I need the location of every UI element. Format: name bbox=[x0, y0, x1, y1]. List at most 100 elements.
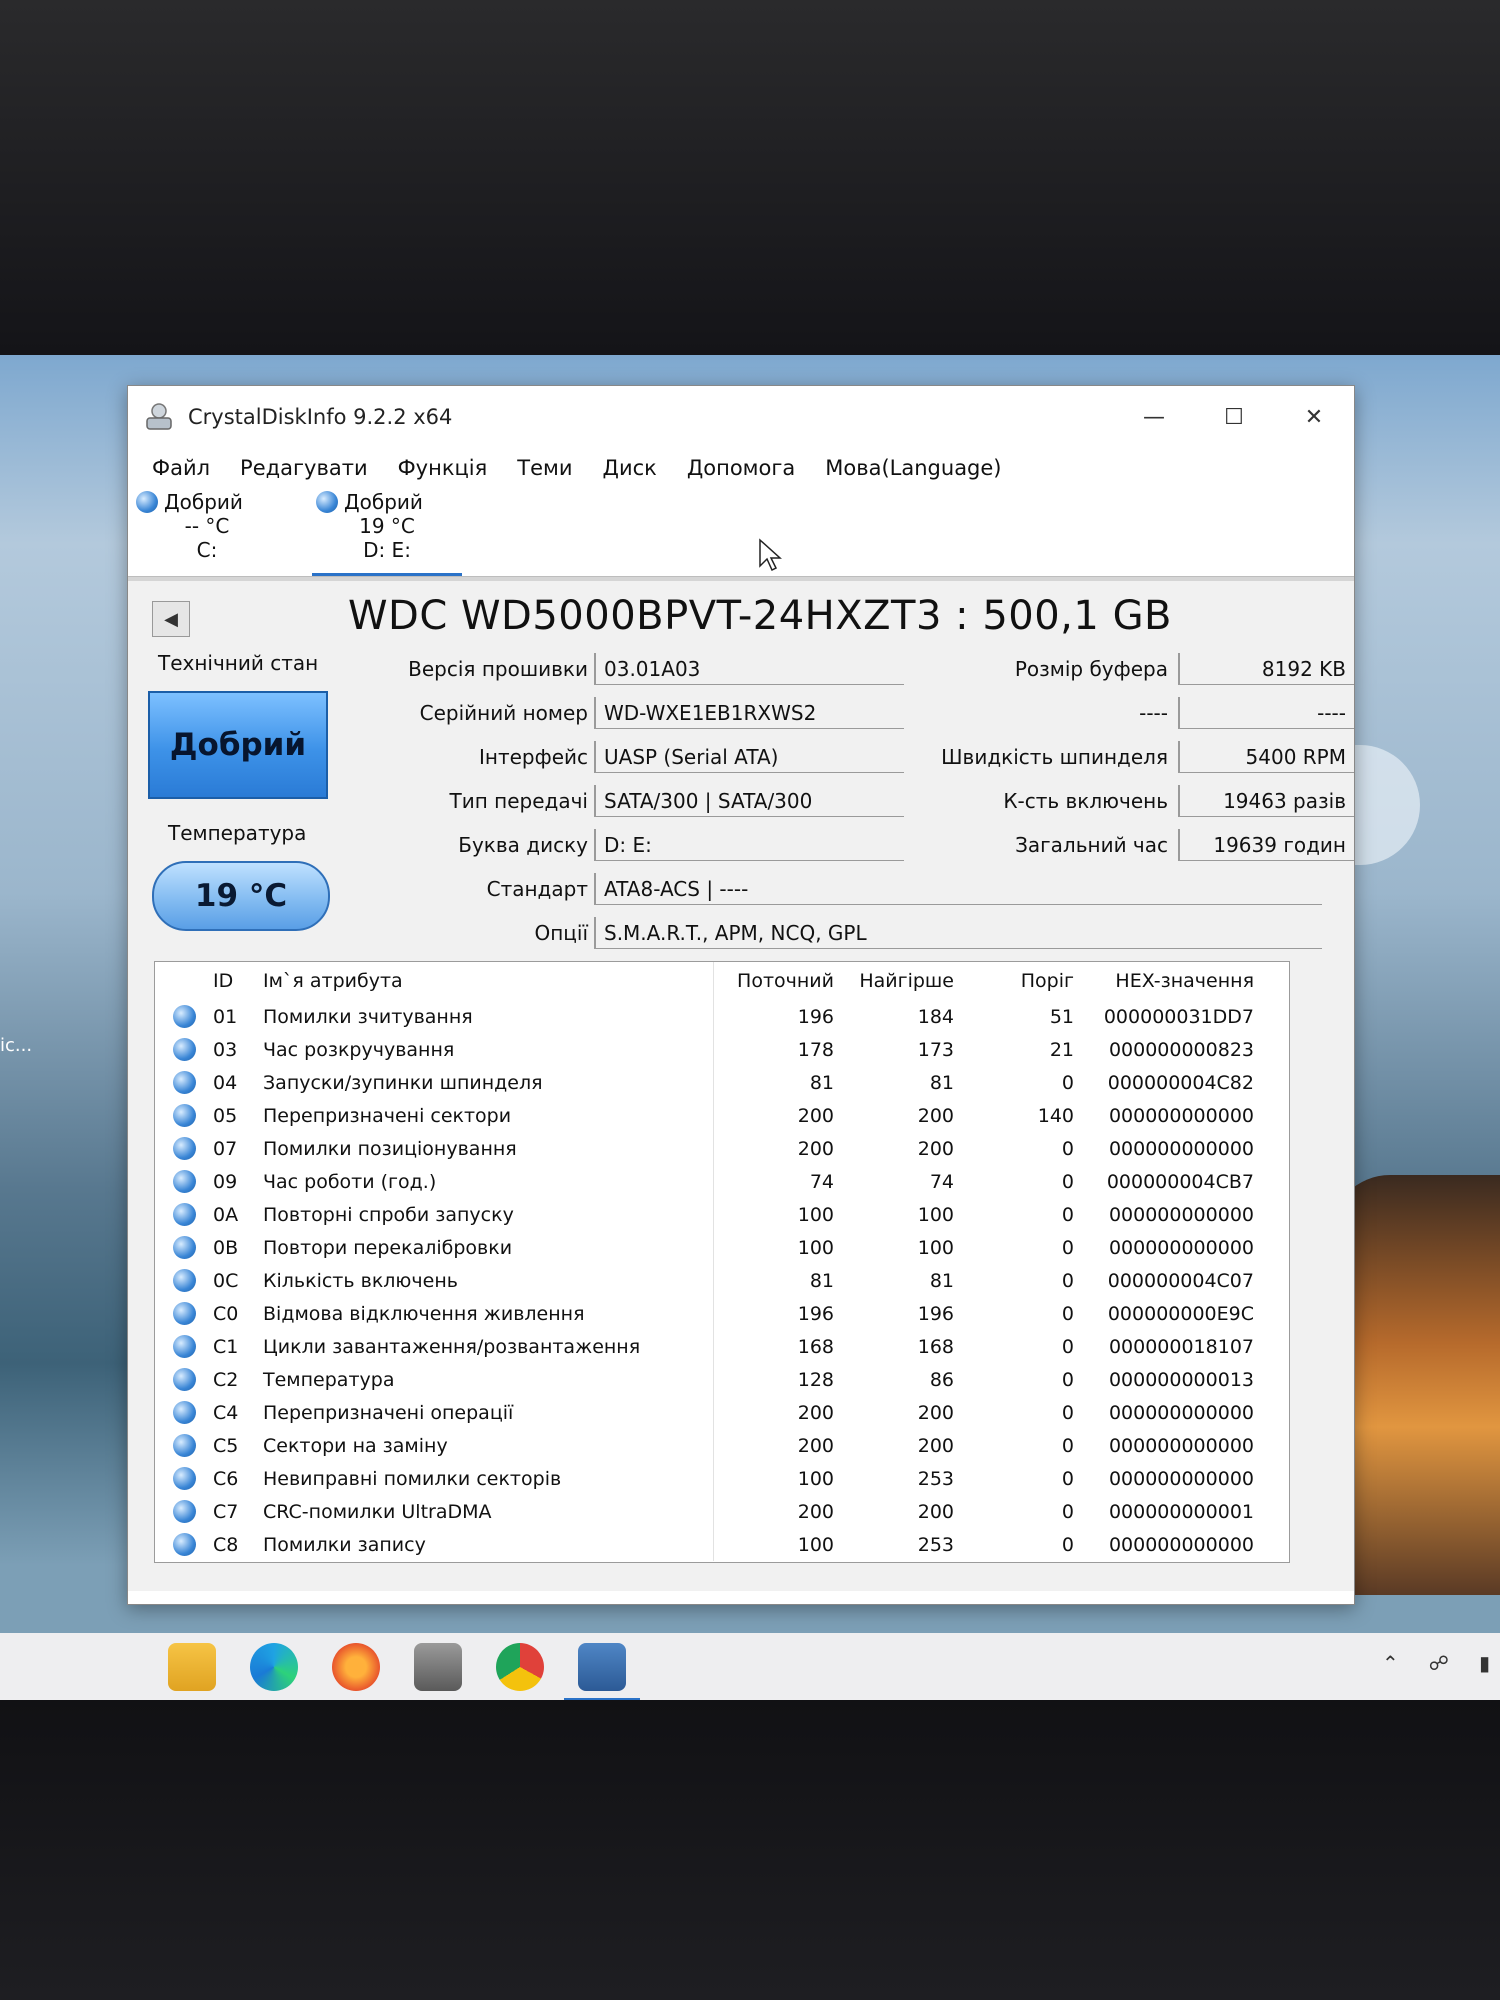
attribute-hex: 000000000823 bbox=[1108, 1038, 1254, 1061]
attribute-id: 05 bbox=[213, 1104, 238, 1127]
menu-themes[interactable]: Теми bbox=[505, 452, 584, 484]
table-row[interactable]: 0C Кількість включень 81 81 0 000000004C07 bbox=[155, 1264, 1289, 1297]
menu-disk[interactable]: Диск bbox=[591, 452, 669, 484]
desktop-icon-label[interactable]: ic... bbox=[0, 1035, 32, 1056]
attribute-threshold: 0 bbox=[1061, 1533, 1074, 1556]
attribute-threshold: 0 bbox=[1061, 1236, 1074, 1259]
menu-language[interactable]: Мова(Language) bbox=[813, 452, 1013, 484]
table-row[interactable]: C1 Цикли завантаження/розвантаження 168 168… bbox=[155, 1330, 1289, 1363]
drive-tab-de[interactable]: Добрий 19 °C D: E: bbox=[312, 488, 462, 576]
power-on-hours-value: 19639 годин bbox=[1178, 829, 1354, 861]
status-dot-icon bbox=[155, 1170, 213, 1193]
drive-status: Добрий bbox=[164, 490, 243, 514]
table-body: 01 Помилки зчитування 196 184 51 000000031DD7… bbox=[155, 1000, 1289, 1561]
attribute-name: Запуски/зупинки шпинделя bbox=[263, 1066, 714, 1099]
title-bar[interactable]: CrystalDiskInfo 9.2.2 x64 — ☐ ✕ bbox=[128, 386, 1354, 448]
previous-disk-button[interactable]: ◀ bbox=[152, 601, 190, 637]
drive-temp: -- °C bbox=[184, 514, 230, 538]
menu-file[interactable]: Файл bbox=[140, 452, 222, 484]
attribute-id: 07 bbox=[213, 1137, 238, 1160]
crystaldiskinfo-taskbar-icon[interactable] bbox=[564, 1643, 640, 1701]
system-tray: ⌃ ☍ ▮ bbox=[1382, 1651, 1490, 1675]
status-dot-icon bbox=[155, 1368, 213, 1391]
attribute-hex: 000000000000 bbox=[1108, 1236, 1254, 1259]
menu-edit[interactable]: Редагувати bbox=[228, 452, 380, 484]
column-header-worst[interactable]: Найгірше bbox=[834, 970, 954, 992]
table-row[interactable]: 04 Запуски/зупинки шпинделя 81 81 0 000000004… bbox=[155, 1066, 1289, 1099]
drive-status: Добрий bbox=[344, 490, 423, 514]
edge-icon[interactable] bbox=[250, 1643, 298, 1691]
table-row[interactable]: C7 CRC-помилки UltraDMA 200 200 0 00000000000… bbox=[155, 1495, 1289, 1528]
attribute-name: Час розкручування bbox=[263, 1033, 714, 1066]
attribute-name: Помилки зчитування bbox=[263, 1000, 714, 1033]
column-header-current[interactable]: Поточний bbox=[714, 970, 834, 992]
attribute-worst: 173 bbox=[917, 1038, 954, 1061]
attribute-worst: 100 bbox=[917, 1203, 954, 1226]
maximize-button[interactable]: ☐ bbox=[1194, 386, 1274, 448]
column-header-name[interactable]: Ім`я атрибута bbox=[263, 962, 714, 1000]
rotation-rate-label: Швидкість шпинделя bbox=[941, 745, 1168, 769]
column-header-id[interactable]: ID bbox=[213, 970, 263, 992]
attribute-current: 200 bbox=[797, 1401, 834, 1424]
attribute-threshold: 0 bbox=[1061, 1137, 1074, 1160]
status-dot-icon bbox=[155, 1401, 213, 1424]
attribute-worst: 253 bbox=[917, 1467, 954, 1490]
table-row[interactable]: C2 Температура 128 86 0 000000000013 bbox=[155, 1363, 1289, 1396]
table-row[interactable]: C5 Сектори на заміну 200 200 0 000000000000 bbox=[155, 1429, 1289, 1462]
chevron-up-icon[interactable]: ⌃ bbox=[1382, 1651, 1399, 1675]
attribute-current: 200 bbox=[797, 1104, 834, 1127]
attribute-current: 200 bbox=[797, 1434, 834, 1457]
interface-value: UASP (Serial ATA) bbox=[594, 741, 904, 773]
table-row[interactable]: 01 Помилки зчитування 196 184 51 000000031DD7 bbox=[155, 1000, 1289, 1033]
network-icon[interactable]: ☍ bbox=[1429, 1651, 1449, 1675]
table-row[interactable]: 03 Час розкручування 178 173 21 000000000823 bbox=[155, 1033, 1289, 1066]
battery-icon[interactable]: ▮ bbox=[1479, 1651, 1490, 1675]
temperature-label: Температура bbox=[168, 821, 307, 845]
menu-help[interactable]: Допомога bbox=[675, 452, 807, 484]
chrome-icon[interactable] bbox=[496, 1643, 544, 1691]
attribute-id: C6 bbox=[213, 1467, 239, 1490]
attribute-threshold: 0 bbox=[1061, 1467, 1074, 1490]
table-row[interactable]: 07 Помилки позиціонування 200 200 0 000000000… bbox=[155, 1132, 1289, 1165]
firefox-icon[interactable] bbox=[332, 1643, 380, 1691]
attribute-threshold: 0 bbox=[1061, 1500, 1074, 1523]
standard-label: Стандарт bbox=[486, 877, 588, 901]
drive-tab-c[interactable]: Добрий -- °C C: bbox=[132, 488, 282, 576]
attribute-id: C2 bbox=[213, 1368, 239, 1391]
attribute-threshold: 0 bbox=[1061, 1335, 1074, 1358]
attribute-current: 168 bbox=[797, 1335, 834, 1358]
attribute-id: C7 bbox=[213, 1500, 239, 1523]
attribute-id: 04 bbox=[213, 1071, 238, 1094]
attribute-current: 74 bbox=[809, 1170, 834, 1193]
attribute-hex: 000000000000 bbox=[1108, 1533, 1254, 1556]
minimize-button[interactable]: — bbox=[1114, 386, 1194, 448]
attribute-hex: 000000004CB7 bbox=[1106, 1170, 1254, 1193]
attribute-name: Перепризначені операції bbox=[263, 1396, 714, 1429]
table-row[interactable]: 09 Час роботи (год.) 74 74 0 000000004CB7 bbox=[155, 1165, 1289, 1198]
menu-function[interactable]: Функція bbox=[386, 452, 500, 484]
attribute-threshold: 0 bbox=[1061, 1071, 1074, 1094]
interface-label: Інтерфейс bbox=[478, 745, 588, 769]
attribute-current: 100 bbox=[797, 1467, 834, 1490]
table-row[interactable]: C0 Відмова відключення живлення 196 196 0 000… bbox=[155, 1297, 1289, 1330]
monitor-bezel-bottom bbox=[0, 1700, 1500, 2000]
monitor-bezel-top bbox=[0, 0, 1500, 355]
table-row[interactable]: 0A Повторні спроби запуску 100 100 0 00000000… bbox=[155, 1198, 1289, 1231]
table-row[interactable]: C8 Помилки запису 100 253 0 000000000000 bbox=[155, 1528, 1289, 1561]
table-row[interactable]: C6 Невиправні помилки секторів 100 253 0 0000… bbox=[155, 1462, 1289, 1495]
column-header-hex[interactable]: HEX-значення bbox=[1074, 970, 1254, 992]
attribute-name: Температура bbox=[263, 1363, 714, 1396]
table-row[interactable]: 05 Перепризначені сектори 200 200 140 0000000… bbox=[155, 1099, 1289, 1132]
attribute-id: C0 bbox=[213, 1302, 239, 1325]
close-button[interactable]: ✕ bbox=[1274, 386, 1354, 448]
table-row[interactable]: 0B Повтори перекалібровки 100 100 0 000000000… bbox=[155, 1231, 1289, 1264]
attribute-worst: 168 bbox=[917, 1335, 954, 1358]
desktop-rock bbox=[1330, 1175, 1500, 1595]
attribute-name: Час роботи (год.) bbox=[263, 1165, 714, 1198]
app-icon[interactable] bbox=[414, 1643, 462, 1691]
file-explorer-icon[interactable] bbox=[168, 1643, 216, 1691]
column-header-threshold[interactable]: Поріг bbox=[954, 970, 1074, 992]
health-status-button[interactable]: Добрий bbox=[148, 691, 328, 799]
serial-value: WD-WXE1EB1RXWS2 bbox=[594, 697, 904, 729]
table-row[interactable]: C4 Перепризначені операції 200 200 0 00000000… bbox=[155, 1396, 1289, 1429]
